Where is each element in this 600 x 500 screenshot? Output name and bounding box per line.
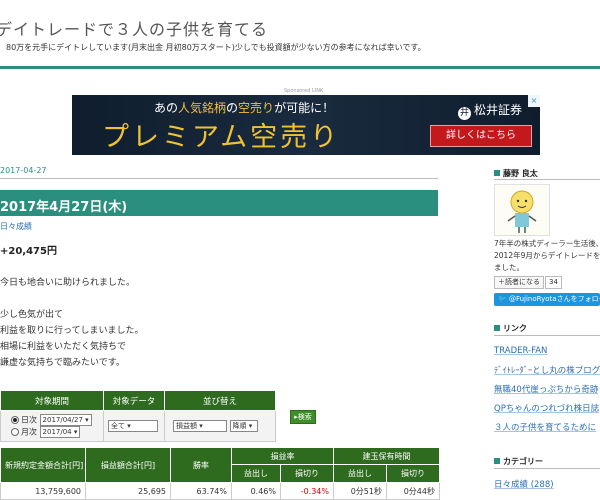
cell-total-amount: 13,759,600: [0, 482, 86, 500]
category-header: カテゴリー: [494, 456, 543, 467]
col-pl-total: 損益額合計[円]: [85, 447, 171, 483]
post-line: 利益を取りに行ってしまいました。: [0, 326, 144, 336]
sort-select[interactable]: 損益額 ▾: [173, 420, 227, 432]
twitter-bird-icon: 🐦: [498, 295, 509, 303]
header-divider: [0, 66, 600, 69]
period-month-radio[interactable]: [11, 428, 19, 436]
data-select[interactable]: 全て ▾: [108, 420, 158, 432]
period-month-label: 月次: [21, 427, 37, 437]
post-line: 少し色気が出て: [0, 310, 64, 320]
sidebar-divider: [494, 179, 600, 180]
section-marker-icon: [494, 458, 500, 464]
profile-line: 7年半の株式ディーラー生活後、: [494, 239, 600, 248]
post-title-bar: 2017年4月27日(木): [0, 190, 438, 216]
period-month-select[interactable]: 2017/04 ▾: [39, 426, 81, 438]
search-button[interactable]: ▸検索: [290, 410, 316, 424]
ad-close-icon[interactable]: ×: [528, 95, 540, 107]
header-period: 対象期間: [0, 390, 104, 411]
section-marker-icon: [494, 170, 500, 176]
cell-pl-total: 25,695: [85, 482, 171, 500]
sidebar-divider: [494, 468, 600, 469]
ad-banner[interactable]: あの人気銘柄の空売りが可能に！ プレミアム空売り 井松井証券 詳しくはこちら: [72, 95, 540, 155]
profile-line: 2012年9月からデイトレードを: [494, 251, 600, 260]
links-header: リンク: [494, 323, 527, 334]
col-loss-rate: 損切り: [280, 464, 334, 483]
sidebar-link[interactable]: 無職40代崖っぷちから奇跡: [494, 383, 598, 395]
cell-win-rate: 63.74%: [170, 482, 232, 500]
profile-header: 藤野 良太: [494, 168, 538, 179]
sidebar-link[interactable]: TRADER-FAN: [494, 346, 547, 356]
sidebar-category-link[interactable]: 日々成績 (288): [494, 478, 554, 490]
order-select[interactable]: 降順 ▾: [229, 420, 258, 432]
col-win-rate: 勝率: [170, 447, 232, 483]
profile-line: ました。: [494, 263, 524, 272]
broker-logo-icon: 井: [458, 107, 471, 120]
header-sort: 並び替え: [164, 390, 276, 411]
period-day-select[interactable]: 2017/04/27 ▾: [39, 414, 92, 426]
avatar[interactable]: [494, 184, 550, 236]
ad-detail-button[interactable]: 詳しくはこちら: [430, 125, 532, 147]
post-line: 今日も地合いに助けられました。: [0, 278, 136, 288]
ad-headline: あの人気銘柄の空売りが可能に！: [154, 101, 335, 115]
daily-profit: +20,475円: [0, 246, 57, 257]
cell-hold-loss: 0分44秒: [386, 482, 440, 500]
cell-hold-profit: 0分51秒: [333, 482, 387, 500]
col-hold-profit: 益出し: [333, 464, 387, 483]
table-row: 13,759,600 25,695 63.74% 0.46% -0.34% 0分…: [0, 482, 440, 500]
header-data: 対象データ: [103, 390, 165, 411]
blog-header: デイトレードで３人の子供を育てる 80万を元手にデイトレしています(月末出金 月…: [0, 0, 600, 66]
subscribe-button[interactable]: ＋読者になる: [494, 276, 544, 289]
trade-search-form: 対象期間 対象データ 並び替え 日次 2017/04/27 ▾ 月次 2017/…: [0, 390, 276, 442]
post-line: 謙虚な気持ちで臨みたいです。: [0, 358, 125, 368]
sidebar-link[interactable]: QPちゃんのつれづれ株日誌: [494, 402, 599, 414]
post-line: 相場に利益をいただく気持ちで: [0, 342, 127, 352]
trade-stats-table: 新規約定金額合計[円] 損益額合計[円] 勝率 損益率 建玉保有時間 益出し 損…: [0, 447, 440, 500]
ad-main-text: プレミアム空売り: [102, 122, 341, 153]
ad-logo: 井松井証券: [458, 103, 523, 120]
reader-count: 34: [545, 276, 562, 289]
cell-loss-rate: -0.34%: [280, 482, 334, 500]
ad-label: Sponsored LINK: [284, 88, 324, 94]
twitter-follow-button[interactable]: 🐦 @FujinoRyotaさんをフォロー: [494, 293, 600, 306]
post-category-link[interactable]: 日々成績: [0, 221, 32, 232]
col-total-amount: 新規約定金額合計[円]: [0, 447, 86, 483]
post-title[interactable]: 2017年4月27日(木): [0, 196, 127, 215]
section-marker-icon: [494, 325, 500, 331]
col-profit-rate: 益出し: [231, 464, 281, 483]
sidebar-divider: [494, 335, 600, 336]
cell-profit-rate: 0.46%: [231, 482, 281, 500]
sidebar-link[interactable]: ﾃﾞｲﾄﾚｰﾀﾞｰとし丸の株ブログ: [494, 364, 600, 376]
site-title[interactable]: デイトレードで３人の子供を育てる: [0, 16, 268, 40]
period-day-radio[interactable]: [11, 416, 19, 424]
sidebar-link[interactable]: ３人の子供を育てるために: [494, 421, 596, 433]
post-date: 2017-04-27: [0, 166, 47, 175]
date-divider: [0, 178, 438, 179]
col-pl-rate: 損益率: [231, 447, 334, 465]
col-hold-loss: 損切り: [386, 464, 440, 483]
avatar-illustration-icon: [507, 190, 537, 233]
site-description: 80万を元手にデイトレしています(月末出金 月初80万スタート)少しでも投資額が…: [6, 43, 426, 52]
period-day-label: 日次: [21, 415, 37, 425]
col-hold-time: 建玉保有時間: [333, 447, 440, 465]
